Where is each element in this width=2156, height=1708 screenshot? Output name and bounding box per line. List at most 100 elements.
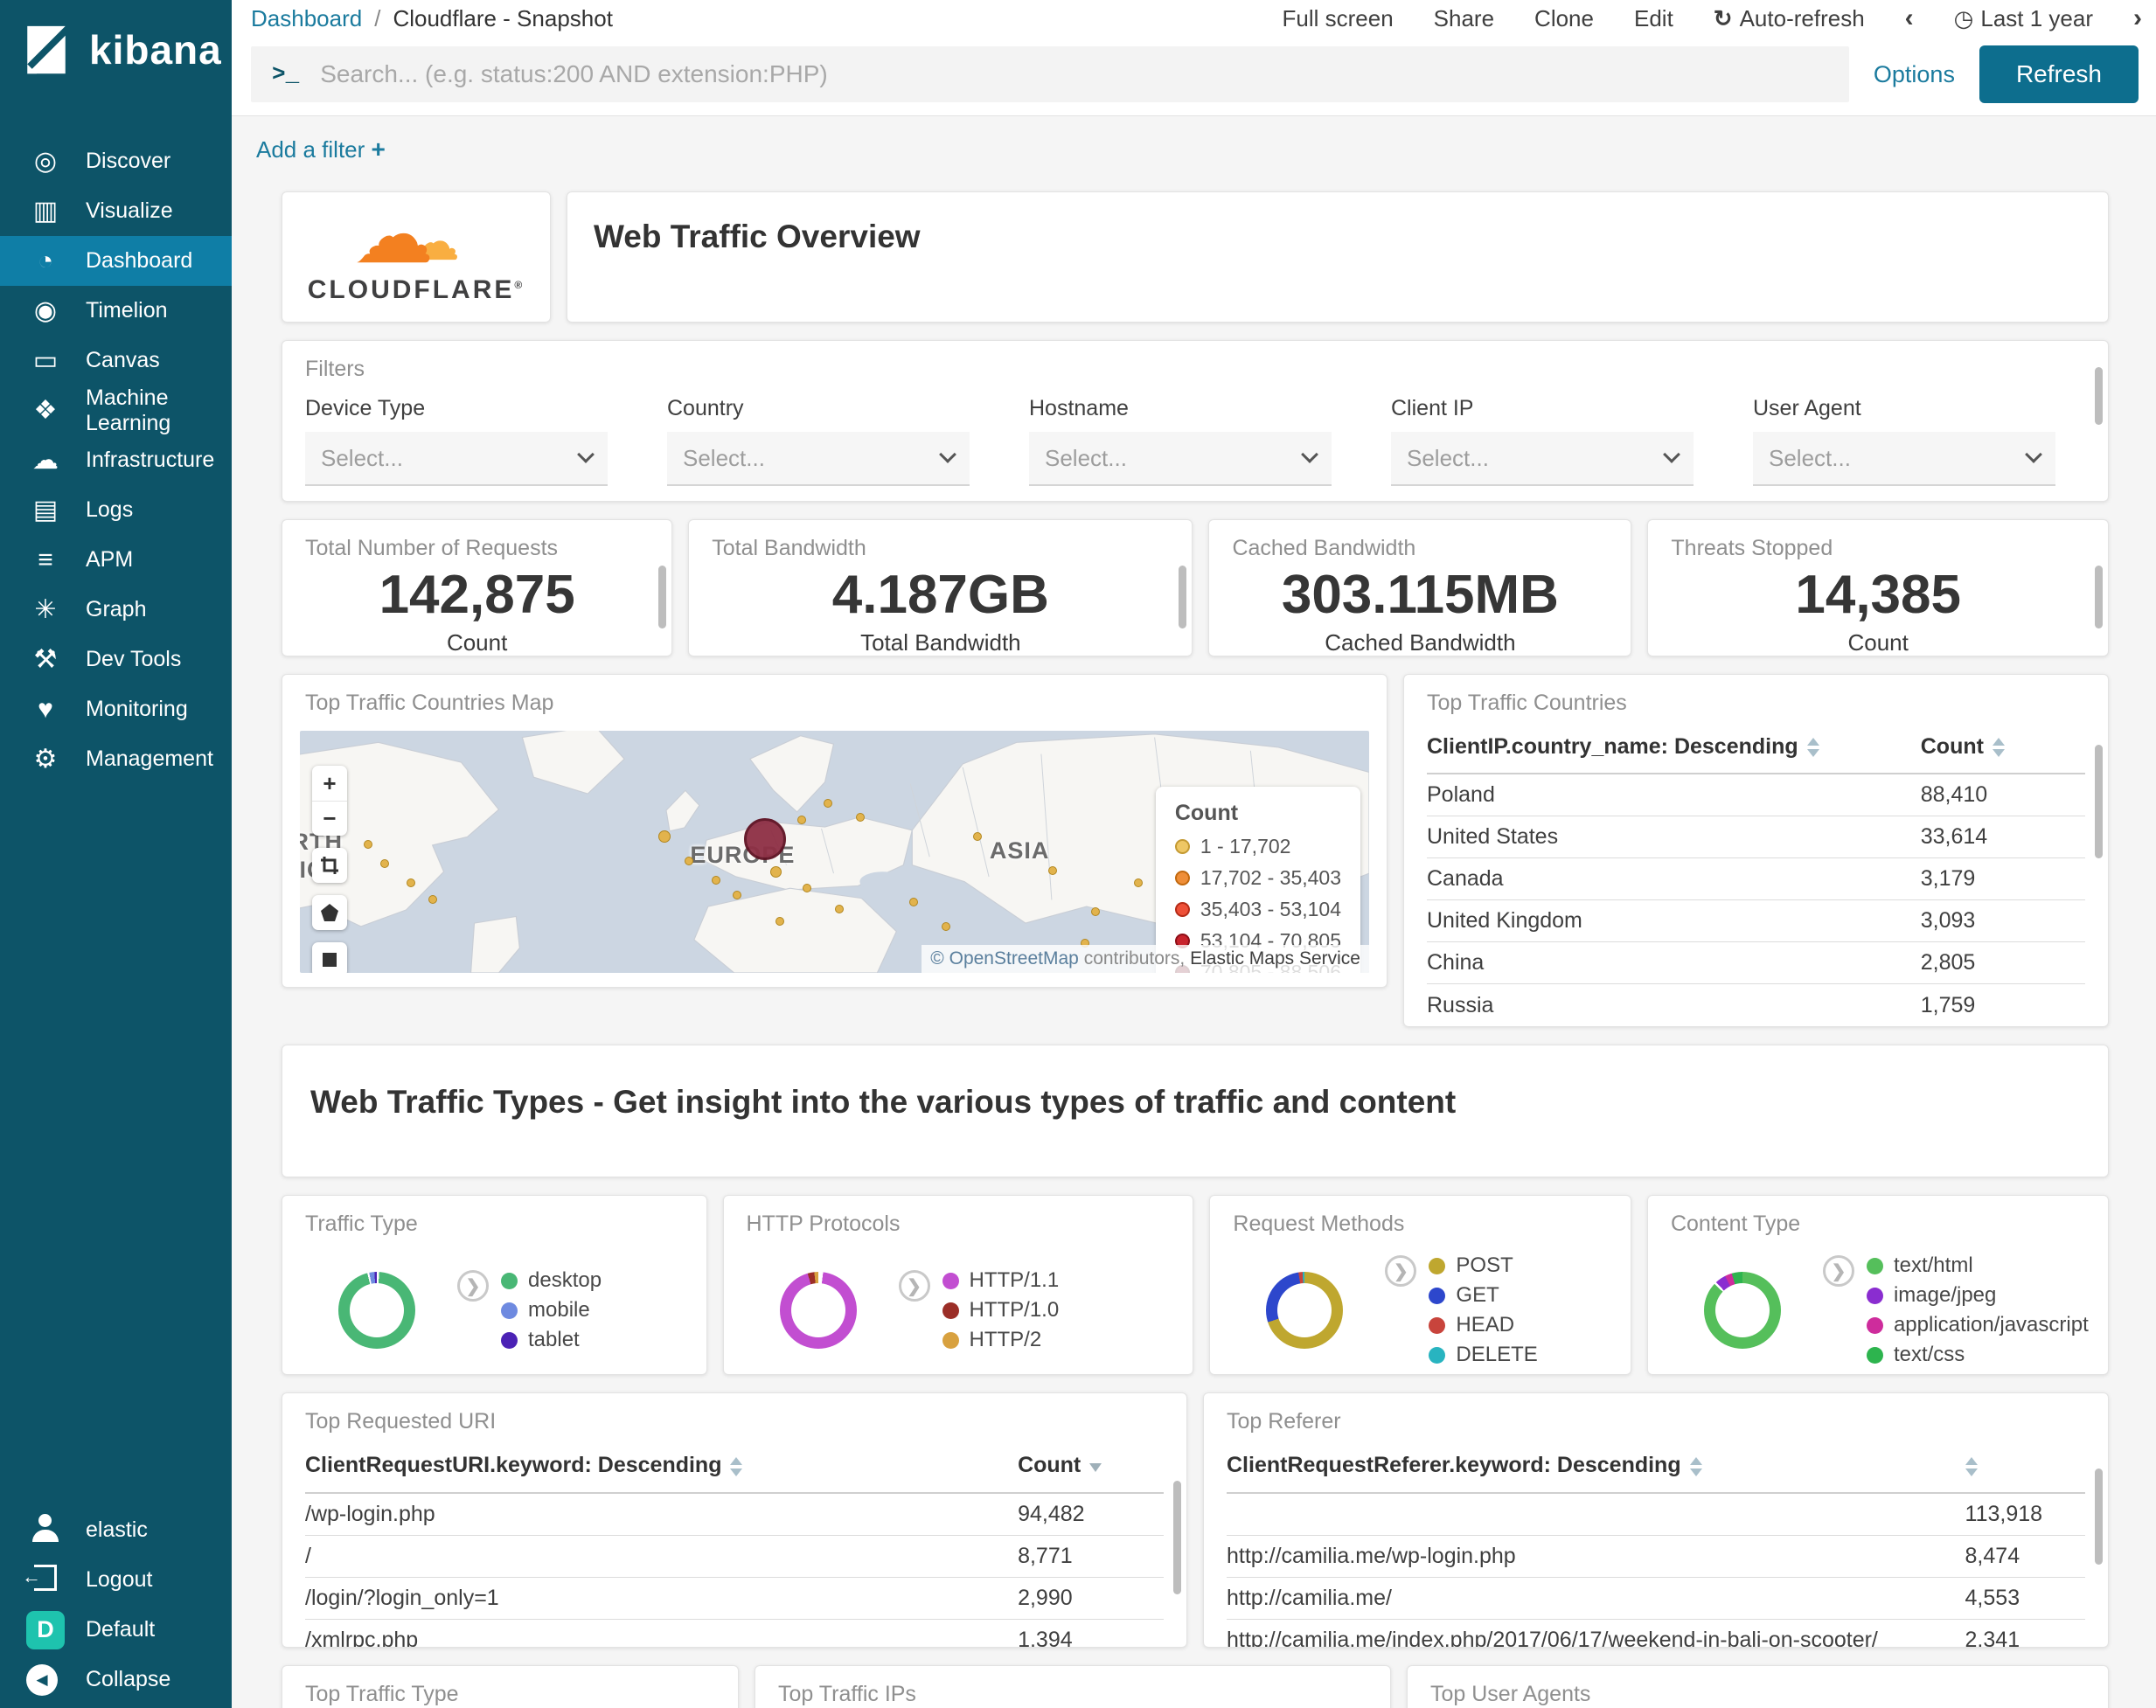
table-row[interactable]: Russia 1,759 bbox=[1427, 984, 2085, 1026]
kibana-logo-icon bbox=[27, 25, 66, 74]
legend-item[interactable]: POST bbox=[1429, 1253, 1537, 1278]
edit-button[interactable]: Edit bbox=[1634, 5, 1673, 32]
table-row[interactable]: Canada 3,179 bbox=[1427, 858, 2085, 901]
country-select[interactable]: Select... bbox=[667, 432, 970, 486]
table-row[interactable]: /8,771 bbox=[305, 1536, 1164, 1578]
elastic-maps-link[interactable]: Elastic Maps Service bbox=[1190, 948, 1360, 969]
scrollbar[interactable] bbox=[2095, 1468, 2103, 1566]
legend-item[interactable]: HTTP/1.0 bbox=[942, 1298, 1059, 1323]
sidebar-item-canvas[interactable]: ▭ Canvas bbox=[0, 336, 232, 385]
sidebar-item-user[interactable]: elastic bbox=[0, 1505, 232, 1555]
legend-item[interactable]: HTTP/2 bbox=[942, 1328, 1060, 1352]
legend-item[interactable]: mobile bbox=[501, 1298, 602, 1323]
table-row[interactable]: United Kingdom 3,093 bbox=[1427, 900, 2085, 943]
search-input[interactable] bbox=[318, 59, 1828, 89]
sidebar-item-timelion[interactable]: ◉ Timelion bbox=[0, 286, 232, 336]
legend-item[interactable]: text/css bbox=[1866, 1343, 2089, 1367]
auto-refresh-button[interactable]: ↻ Auto-refresh bbox=[1714, 5, 1865, 32]
scrollbar[interactable] bbox=[2095, 745, 2103, 858]
legend-item[interactable]: desktop bbox=[501, 1268, 602, 1293]
sidebar-item-dashboard[interactable]: ◔ Dashboard bbox=[0, 236, 232, 286]
add-filter-button[interactable]: Add a filter + bbox=[256, 135, 386, 163]
hostname-select[interactable]: Select... bbox=[1029, 432, 1332, 486]
draw-polygon-button[interactable] bbox=[312, 895, 347, 930]
user-agent-select[interactable]: Select... bbox=[1753, 432, 2055, 486]
legend-item[interactable]: text/html bbox=[1866, 1253, 2089, 1278]
fullscreen-button[interactable]: Full screen bbox=[1283, 5, 1394, 32]
request-methods-donut-chart[interactable] bbox=[1266, 1272, 1344, 1350]
table-row[interactable]: /xmlrpc.php 1,394 bbox=[305, 1620, 1164, 1647]
sidebar-item-graph[interactable]: ✳ Graph bbox=[0, 585, 232, 635]
sidebar-item-monitoring[interactable]: ♥ Monitoring bbox=[0, 684, 232, 734]
scrollbar[interactable] bbox=[2095, 367, 2103, 425]
scrollbar[interactable] bbox=[658, 566, 667, 628]
traffic-type-donut-chart[interactable] bbox=[338, 1272, 415, 1350]
share-button[interactable]: Share bbox=[1434, 5, 1494, 32]
legend-item[interactable]: HTTP/1.1 bbox=[942, 1268, 1059, 1293]
time-back-button[interactable]: ‹ bbox=[1905, 3, 1914, 33]
refresh-button[interactable]: Refresh bbox=[1979, 45, 2139, 103]
legend-item[interactable]: HEAD bbox=[1429, 1313, 1537, 1337]
world-map[interactable]: NORTHAMERICA EUROPE ASIA bbox=[300, 731, 1369, 973]
legend-item[interactable]: tablet bbox=[501, 1328, 602, 1352]
column-header[interactable]: Count bbox=[1921, 733, 2085, 760]
scrollbar[interactable] bbox=[1173, 1481, 1181, 1595]
client-ip-select[interactable]: Select... bbox=[1391, 432, 1694, 486]
legend-item[interactable]: DELETE bbox=[1429, 1343, 1538, 1367]
table-row[interactable]: /wp-login.php 94,482 bbox=[305, 1494, 1164, 1536]
traffic-ips-panel-title: Top Traffic IPs bbox=[778, 1682, 916, 1707]
legend-item[interactable]: GET bbox=[1429, 1283, 1537, 1308]
table-row[interactable]: /login/?login_only=1 2,990 bbox=[305, 1578, 1164, 1620]
sidebar-item-management[interactable]: ⚙ Management bbox=[0, 734, 232, 784]
table-row[interactable]: China 2,805 bbox=[1427, 942, 2085, 985]
column-header[interactable]: ClientIP.country_name: Descending bbox=[1427, 733, 1921, 760]
table-row[interactable]: United States 33,614 bbox=[1427, 816, 2085, 859]
legend-item[interactable]: image/jpeg bbox=[1866, 1283, 2089, 1308]
time-forward-button[interactable]: › bbox=[2133, 3, 2142, 33]
clone-button[interactable]: Clone bbox=[1534, 5, 1594, 32]
search-field-container[interactable]: >_ bbox=[251, 46, 1849, 102]
content-type-donut-chart[interactable] bbox=[1703, 1272, 1781, 1350]
sidebar-item-space-default[interactable]: D Default bbox=[0, 1605, 232, 1655]
table-row[interactable]: http://camilia.me/wp-login.php 8,474 bbox=[1227, 1536, 2085, 1578]
zoom-out-button[interactable]: − bbox=[312, 801, 347, 836]
device-type-select[interactable]: Select... bbox=[305, 432, 608, 486]
http-protocols-donut-chart[interactable] bbox=[779, 1272, 857, 1350]
table-row[interactable]: http://camilia.me/4,553 bbox=[1227, 1578, 2085, 1620]
scrollbar[interactable] bbox=[2094, 566, 2103, 628]
osm-link[interactable]: © OpenStreetMap bbox=[930, 948, 1079, 969]
column-header[interactable]: ClientRequestURI.keyword: Descending bbox=[305, 1452, 1018, 1479]
table-row[interactable]: 113,918 bbox=[1227, 1494, 2085, 1536]
breadcrumb-dashboard-link[interactable]: Dashboard bbox=[251, 5, 362, 32]
draw-rectangle-button[interactable] bbox=[312, 942, 347, 973]
kibana-logo[interactable]: kibana bbox=[0, 0, 232, 136]
sidebar-item-infrastructure[interactable]: ☁ Infrastructure bbox=[0, 435, 232, 485]
sidebar-item-visualize[interactable]: ▥ Visualize bbox=[0, 186, 232, 236]
column-header[interactable]: Count bbox=[1018, 1452, 1164, 1479]
legend-item[interactable]: application/javascript bbox=[1866, 1313, 2089, 1337]
column-header[interactable] bbox=[1965, 1452, 2085, 1479]
options-link[interactable]: Options bbox=[1874, 61, 1955, 88]
sidebar-item-dev-tools[interactable]: ⚒ Dev Tools bbox=[0, 635, 232, 684]
sidebar-item-discover[interactable]: ◎ Discover bbox=[0, 136, 232, 186]
sidebar-item-machine-learning[interactable]: ❖ Machine Learning bbox=[0, 385, 232, 435]
zoom-in-button[interactable]: + bbox=[312, 766, 347, 801]
legend-swatch bbox=[1429, 1346, 1446, 1364]
sidebar-item-logs[interactable]: ▤ Logs bbox=[0, 485, 232, 535]
scrollbar[interactable] bbox=[1179, 566, 1187, 628]
content-type-donut-panel: Content Type ❯ text/html image/jpeg appl… bbox=[1646, 1195, 2109, 1376]
cloudflare-logo-panel: ☁ ☁ CLOUDFLARE® bbox=[282, 191, 551, 323]
sidebar-item-collapse[interactable]: ◀ Collapse bbox=[0, 1655, 232, 1705]
sidebar-item-apm[interactable]: ≡ APM bbox=[0, 535, 232, 585]
sidebar-item-logout[interactable]: Logout bbox=[0, 1555, 232, 1605]
legend-expand-icon[interactable]: ❯ bbox=[457, 1270, 489, 1302]
column-header[interactable]: ClientRequestReferer.keyword: Descending bbox=[1227, 1452, 1965, 1479]
legend-expand-icon[interactable]: ❯ bbox=[1385, 1255, 1417, 1288]
table-row[interactable]: http://camilia.me/index.php/2017/06/17/w… bbox=[1227, 1620, 2085, 1647]
table-row[interactable]: Poland 88,410 bbox=[1427, 774, 2085, 817]
fit-bounds-button[interactable] bbox=[312, 848, 347, 883]
legend-expand-icon[interactable]: ❯ bbox=[1822, 1255, 1854, 1288]
time-picker-button[interactable]: ◷ Last 1 year bbox=[1954, 5, 2093, 32]
poland-traffic-bubble[interactable] bbox=[743, 817, 786, 860]
legend-expand-icon[interactable]: ❯ bbox=[898, 1270, 930, 1302]
